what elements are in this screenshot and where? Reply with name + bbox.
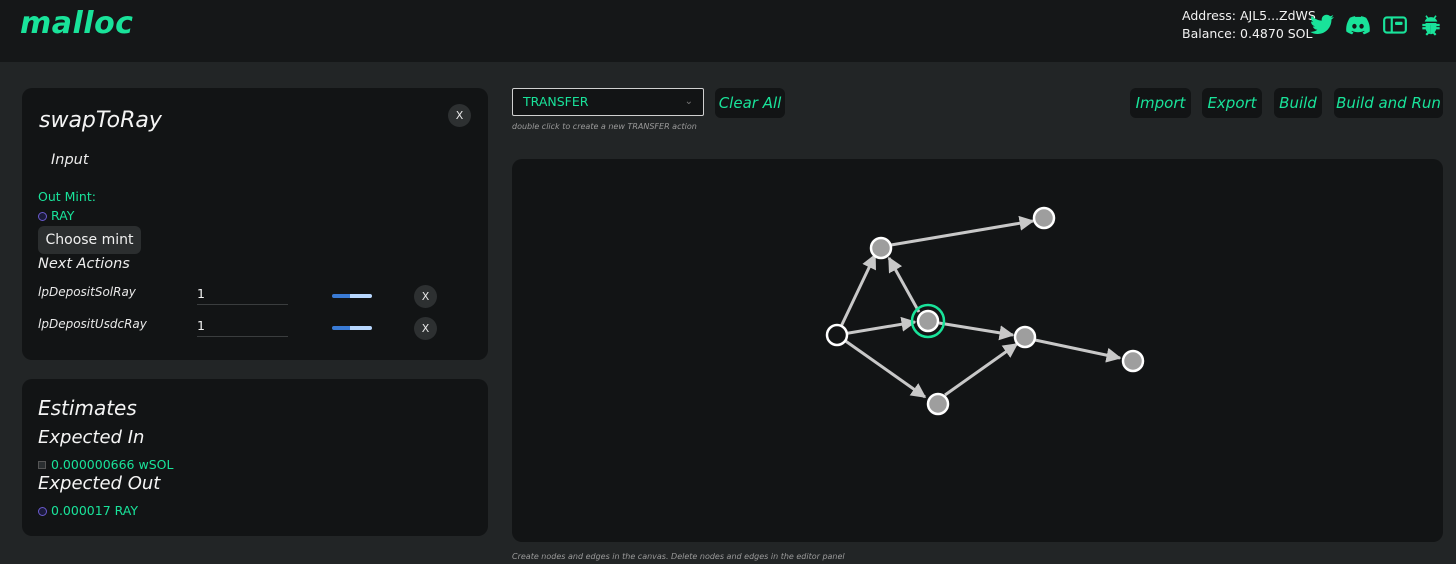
graph-edge[interactable]: [938, 321, 1015, 341]
chevron-down-icon: ⌄: [684, 96, 693, 107]
estimates-title: Estimates: [38, 396, 137, 420]
wsol-token-icon: [38, 461, 46, 469]
graph-edge[interactable]: [836, 316, 917, 337]
next-action-weight-input[interactable]: [197, 283, 288, 305]
twitter-icon[interactable]: [1309, 12, 1335, 38]
graph-node-root[interactable]: [825, 323, 849, 347]
graph-edge[interactable]: [836, 333, 927, 399]
build-button[interactable]: Build: [1274, 88, 1322, 118]
graph-edge[interactable]: [1034, 338, 1122, 363]
canvas-footer-hint: Create nodes and edges in the canvas. De…: [512, 552, 845, 561]
graph-svg[interactable]: [512, 159, 1443, 542]
graph-canvas[interactable]: [512, 159, 1443, 542]
next-action-weight-slider[interactable]: [332, 294, 372, 298]
expected-in-value: 0.000000666 wSOL: [38, 457, 173, 472]
graph-edge[interactable]: [944, 342, 1019, 397]
next-actions-label: Next Actions: [38, 256, 130, 272]
action-editor-panel: swapToRay X Input Out Mint: RAY Choose m…: [22, 88, 488, 360]
bug-icon[interactable]: [1418, 12, 1444, 38]
ray-token-icon: [38, 212, 47, 221]
next-action-name: lpDepositUsdcRay: [38, 317, 147, 331]
remove-next-action-button[interactable]: X: [414, 317, 437, 340]
graph-node[interactable]: [869, 236, 893, 260]
expected-in-text: 0.000000666 wSOL: [51, 457, 174, 472]
out-mint-text: RAY: [51, 208, 75, 223]
clear-all-button[interactable]: Clear All: [715, 88, 785, 118]
build-and-run-button[interactable]: Build and Run: [1334, 88, 1443, 118]
expected-out-label: Expected Out: [38, 473, 161, 494]
expected-out-value: 0.000017 RAY: [38, 503, 138, 518]
next-action-weight-input[interactable]: [197, 315, 288, 337]
action-type-select[interactable]: TRANSFER ⌄: [512, 88, 704, 116]
graph-node[interactable]: [1013, 325, 1037, 349]
wallet-balance: Balance: 0.4870 SOL: [1182, 26, 1313, 41]
graph-node[interactable]: [1032, 206, 1056, 230]
graph-edge[interactable]: [887, 256, 921, 313]
estimates-panel: Estimates Expected In 0.000000666 wSOL E…: [22, 379, 488, 536]
action-type-value: TRANSFER: [523, 94, 589, 109]
ray-token-icon: [38, 507, 47, 516]
wallet-info: Address: AJL5...ZdWS Balance: 0.4870 SOL: [1182, 7, 1316, 43]
choose-mint-button[interactable]: Choose mint: [38, 226, 141, 254]
wallet-address: Address: AJL5...ZdWS: [1182, 8, 1316, 23]
graph-node[interactable]: [926, 392, 950, 416]
app-logo[interactable]: malloc: [20, 6, 133, 41]
close-panel-button[interactable]: X: [448, 104, 471, 127]
export-button[interactable]: Export: [1202, 88, 1262, 118]
wallet-icon[interactable]: [1382, 12, 1408, 38]
next-action-name: lpDepositSolRay: [38, 285, 136, 299]
graph-node-selected[interactable]: [916, 309, 940, 333]
graph-node[interactable]: [1121, 349, 1145, 373]
next-action-weight-slider[interactable]: [332, 326, 372, 330]
graph-edge[interactable]: [890, 215, 1035, 247]
discord-icon[interactable]: [1345, 12, 1371, 38]
remove-next-action-button[interactable]: X: [414, 285, 437, 308]
input-label: Input: [51, 152, 89, 168]
create-action-hint: double click to create a new TRANSFER ac…: [512, 122, 697, 131]
top-bar: malloc Address: AJL5...ZdWS Balance: 0.4…: [0, 0, 1456, 62]
out-mint-label: Out Mint:: [38, 189, 96, 204]
expected-out-text: 0.000017 RAY: [51, 503, 139, 518]
expected-in-label: Expected In: [38, 427, 145, 448]
action-title: swapToRay: [39, 108, 162, 133]
import-button[interactable]: Import: [1130, 88, 1191, 118]
graph-edge[interactable]: [835, 253, 877, 336]
out-mint-value: RAY: [38, 208, 74, 223]
